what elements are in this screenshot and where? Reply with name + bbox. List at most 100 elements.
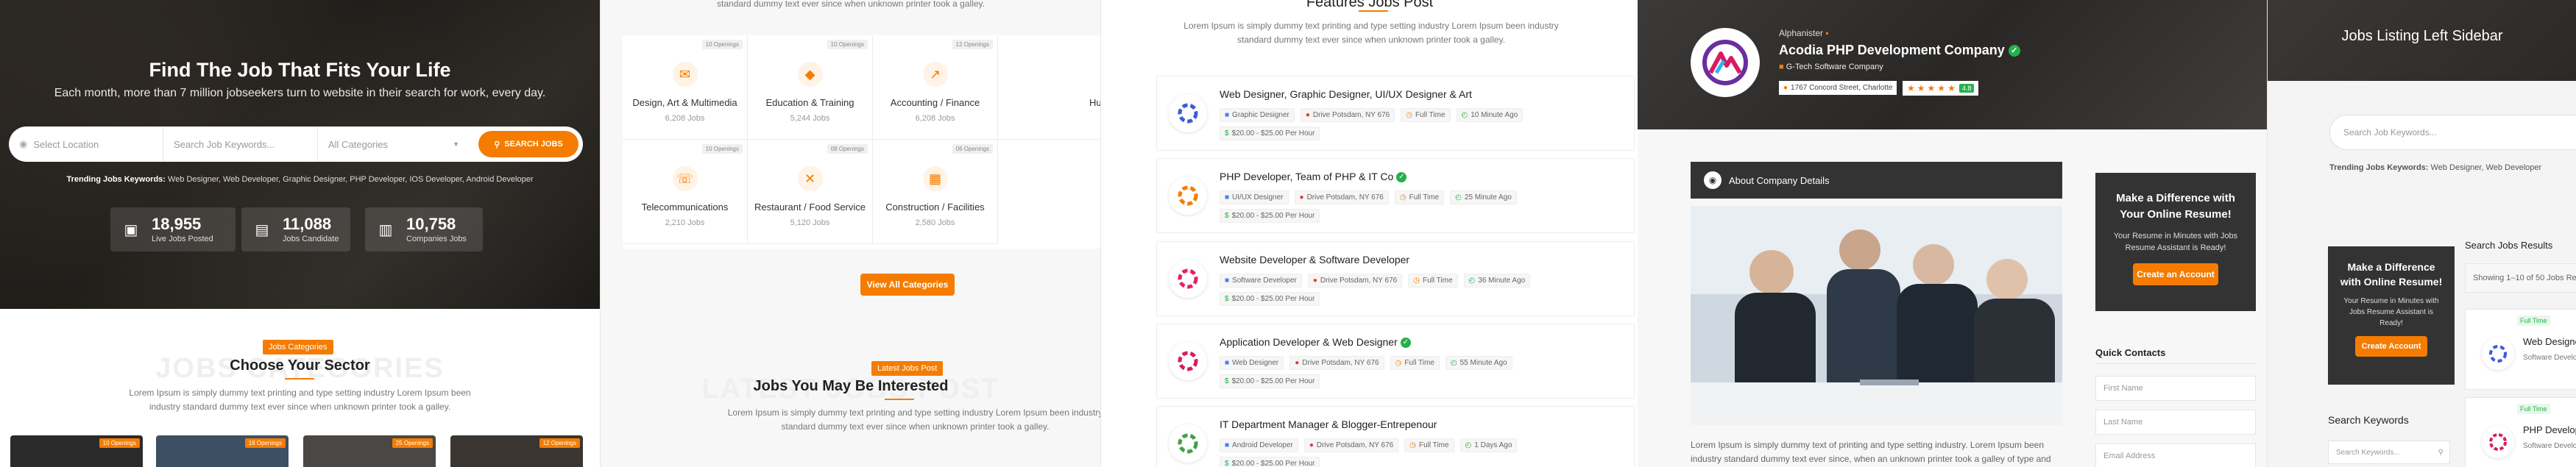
- search-icon: ⚲: [494, 140, 500, 149]
- last-name-field[interactable]: Last Name: [2095, 410, 2256, 435]
- view-all-categories-button[interactable]: View All Categories: [860, 274, 955, 296]
- featured-jobs-panel: Features Jobs Post Lorem Ipsum is simply…: [1100, 0, 1638, 467]
- category-thumbnail[interactable]: 10 Openings: [10, 435, 143, 467]
- job-card[interactable]: PHP Developer, Team of PHP & IT Co ✓ ■ UI/U…: [1156, 158, 1635, 233]
- openings-badge: 06 Openings: [952, 144, 993, 154]
- briefcase-icon: ■: [1225, 359, 1230, 367]
- briefcase-icon: ■: [1225, 441, 1230, 449]
- category-thumbnail[interactable]: 25 Openings: [303, 435, 436, 467]
- tag-text: $20.00 - $25.00 Per Hour: [1231, 460, 1315, 467]
- job-title-text: Application Developer & Web Designer: [1220, 336, 1398, 348]
- document-icon: ▤: [255, 221, 269, 238]
- company-rating: ★ ★ ★ ★ ★ 4.8: [1903, 81, 1979, 96]
- job-type-tag: ◷ Full Time: [1408, 274, 1458, 288]
- openings-badge: 10 Openings: [701, 40, 743, 49]
- keywords-input[interactable]: Search Job Keywords...: [163, 126, 318, 162]
- page-title: Jobs Listing Left Sidebar: [2341, 28, 2503, 44]
- keywords-input[interactable]: Search Keywords... ⚲: [2328, 441, 2450, 464]
- company-tagline: Alphanister ▪: [1779, 28, 1829, 38]
- category-thumbnail[interactable]: 18 Openings: [156, 435, 289, 467]
- category-card[interactable]: 10 Openings ◆ Education & Training 5,244…: [748, 35, 873, 140]
- category-card[interactable]: 10 Openings ☏ Telecommunications 2,210 J…: [623, 140, 748, 244]
- job-salary: $ $20.00 - $25.00 Per Hour: [1220, 126, 1320, 140]
- job-meta: ■ Software Developer ● Drive Potsdam, NY 67…: [1220, 274, 1531, 288]
- search-input[interactable]: Search Job Keywords...: [2329, 115, 2576, 150]
- section-title: Jobs You May Be Interested: [753, 378, 949, 394]
- category-thumbnail[interactable]: 12 Openings: [450, 435, 583, 467]
- stat-value: 18,955: [152, 214, 202, 233]
- trending-list: Web Designer, Web Developer: [2430, 163, 2542, 172]
- job-card[interactable]: Web Designer, Graphic Designer, UI/UX De…: [1156, 76, 1635, 151]
- create-account-button[interactable]: Create an Account: [2133, 263, 2218, 285]
- job-salary: $ $20.00 - $25.00 Per Hour: [1220, 457, 1320, 467]
- job-meta: ■ UI/UX Designer ● Drive Potsdam, NY 676 ◷ Fu…: [1220, 190, 1517, 204]
- stat-value: 11,088: [283, 214, 332, 233]
- job-title[interactable]: Web Designer, Graphic Designer, UI/UX De…: [1220, 88, 1472, 100]
- tag-text: $20.00 - $25.00 Per Hour: [1231, 377, 1315, 385]
- job-title-text: Web Designer, Graphic Designer, UI/UX De…: [1220, 88, 1472, 100]
- category-name: Education & Training: [765, 97, 854, 108]
- tag-text: Full Time: [1404, 359, 1434, 367]
- trending-label: Trending Jobs Keywords:: [2329, 163, 2429, 172]
- time-icon: ◴: [1465, 441, 1472, 449]
- category-card[interactable]: 08 Openings ✕ Restaurant / Food Service …: [748, 140, 873, 244]
- info-icon: ◉: [1704, 171, 1722, 189]
- stat-live-jobs: ▣ 18,955 Live Jobs Posted: [110, 207, 236, 252]
- clock-icon: ◷: [1413, 277, 1420, 285]
- tag-text: 10 Minute Ago: [1471, 111, 1518, 119]
- company-logo: [1169, 177, 1207, 215]
- logo-mark-icon: [1178, 351, 1198, 371]
- location-pin-icon: ●: [1312, 277, 1317, 285]
- job-title[interactable]: PHP Developer, Team of PHP & IT Co ✓: [1220, 171, 1407, 183]
- star-icon: ★: [1907, 83, 1915, 93]
- job-posted-tag: ◴ 1 Days Ago: [1459, 438, 1518, 452]
- search-jobs-button[interactable]: ⚲ SEARCH JOBS: [478, 131, 578, 157]
- job-search-bar: ◉ Select Location Search Job Keywords...…: [9, 126, 583, 162]
- email-field[interactable]: Email Address: [2095, 443, 2256, 467]
- salary-tag: $ $20.00 - $25.00 Per Hour: [1220, 209, 1320, 223]
- company-logo-mark-icon: [1702, 40, 1748, 85]
- job-card[interactable]: Website Developer & Software Developer ■ S…: [1156, 241, 1635, 316]
- job-type-badge: Full Time: [2517, 404, 2550, 414]
- job-type-badge: Full Time: [2517, 316, 2550, 326]
- job-title[interactable]: Website Developer & Software Developer: [1220, 254, 1409, 265]
- job-card[interactable]: IT Department Manager & Blogger-Entrepen…: [1156, 406, 1635, 467]
- trending-label: Trending Jobs Keywords:: [66, 175, 166, 184]
- job-card[interactable]: Application Developer & Web Designer ✓ ■ We…: [1156, 324, 1635, 399]
- create-account-button[interactable]: Create Account: [2355, 335, 2427, 357]
- briefcase-icon: ■: [1779, 63, 1784, 71]
- stat-label: Companies Jobs: [406, 234, 467, 243]
- money-icon: $: [1225, 377, 1229, 385]
- logo-mark-icon: [1178, 185, 1198, 206]
- category-card[interactable]: 10 Openings ✉ Design, Art & Multimedia 6…: [623, 35, 748, 140]
- tag-text: $20.00 - $25.00 Per Hour: [1231, 295, 1315, 303]
- section-description-tail: standard dummy text ever since when unkn…: [717, 0, 985, 9]
- job-card[interactable]: Full Time PHP Developer Software Develop…: [2465, 397, 2576, 467]
- location-select[interactable]: ◉ Select Location: [9, 126, 163, 162]
- trending-keywords: Trending Jobs Keywords: Web Designer, We…: [2329, 163, 2541, 172]
- results-count: Showing 1–10 of 50 Jobs Results: [2465, 263, 2576, 293]
- job-card[interactable]: Full Time Web Designer Software Develope…: [2465, 309, 2576, 390]
- home-hero-panel: Find The Job That Fits Your Life Each mo…: [0, 0, 600, 467]
- job-meta: ■ Android Developer ● Drive Potsdam, NY 676…: [1220, 438, 1518, 452]
- category-grid: 10 Openings ✉ Design, Art & Multimedia 6…: [623, 35, 1100, 249]
- job-title[interactable]: IT Department Manager & Blogger-Entrepen…: [1220, 418, 1437, 430]
- openings-badge: 12 Openings: [539, 438, 580, 448]
- company-sub-text: G-Tech Software Company: [1786, 63, 1883, 71]
- first-name-field[interactable]: First Name: [2095, 376, 2256, 401]
- company-subtitle: ■ G-Tech Software Company: [1779, 63, 1883, 71]
- location-pin-icon: ●: [1299, 193, 1304, 202]
- chevron-down-icon: ▼: [453, 140, 459, 148]
- openings-badge: 10 Openings: [99, 438, 140, 448]
- category-card[interactable]: 12 Openings ↗ Accounting / Finance 6,208…: [873, 35, 998, 140]
- job-type-tag: ◷ Full Time: [1394, 190, 1445, 204]
- category-card[interactable]: Hu: [998, 35, 1100, 140]
- category-select[interactable]: All Categories ▼: [318, 126, 473, 162]
- company-name: Acodia PHP Development Company ✓: [1779, 43, 2020, 58]
- logo-mark-icon: [1178, 103, 1198, 124]
- tag-text: Full Time: [1418, 441, 1449, 449]
- money-icon: $: [1225, 212, 1229, 220]
- team-meeting-illustration: [1691, 206, 2062, 425]
- job-title[interactable]: Application Developer & Web Designer ✓: [1220, 336, 1411, 349]
- category-card[interactable]: 06 Openings ▦ Construction / Facilities …: [873, 140, 998, 244]
